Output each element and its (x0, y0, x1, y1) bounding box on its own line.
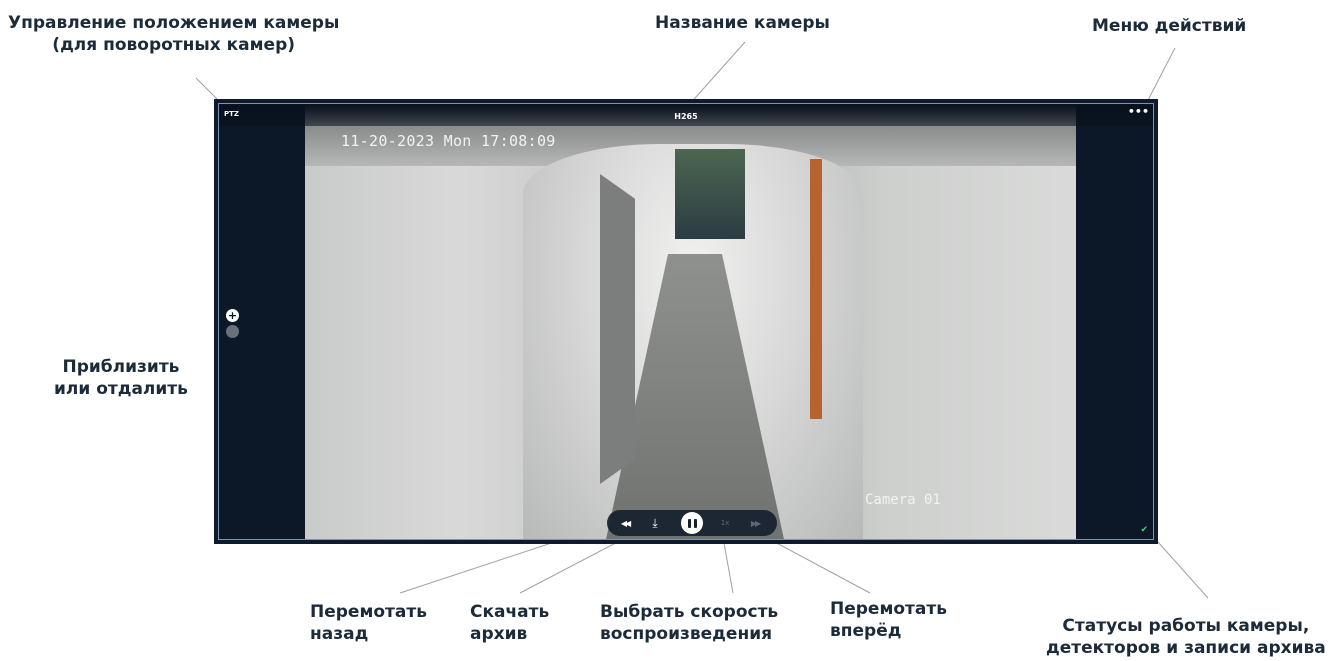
pause-icon (681, 512, 703, 534)
rewind-icon[interactable]: ◀◀ (615, 510, 635, 536)
camera-title: H265 (674, 112, 698, 121)
video-far-window (675, 149, 745, 239)
callout-download: Скачать архив (470, 601, 549, 645)
callout-ptz: Управление положением камеры (для поворо… (8, 12, 339, 56)
pause-bar-right (693, 518, 697, 528)
leader-camera-name (687, 41, 746, 107)
download-icon[interactable]: ⤓ (645, 510, 665, 536)
callout-camera-name: Название камеры (655, 12, 830, 34)
osd-camera-label: Camera 01 (865, 492, 941, 508)
callout-actions-menu: Меню действий (1092, 15, 1246, 37)
callout-speed: Выбрать скорость воспроизведения (600, 601, 778, 645)
pause-bar-left (687, 518, 691, 528)
speed-selector[interactable]: 1x (715, 510, 735, 536)
callout-zoom-line2: или отдалить (54, 379, 188, 399)
callout-zoom-line1: Приблизить (62, 357, 180, 377)
leader-actions-menu (1145, 47, 1176, 105)
callout-rewind-line1: Перемотать (310, 602, 427, 622)
callout-ptz-line2: (для поворотных камер) (52, 35, 296, 55)
zoom-out-icon[interactable]: − (226, 325, 239, 338)
callout-zoom: Приблизить или отдалить (54, 356, 188, 400)
playback-controls: ◀◀ ⤓ 1x ▶▶ (607, 510, 777, 536)
camera-tile-frame: 11-20-2023 Mon 17:08:09 Camera 01 PTZ H2… (218, 103, 1154, 540)
video-door (600, 174, 635, 484)
video-stream[interactable]: 11-20-2023 Mon 17:08:09 Camera 01 (305, 104, 1076, 539)
callout-download-line2: архив (470, 624, 528, 644)
letterbox-right (1071, 104, 1153, 539)
tile-header: PTZ H265 ••• (219, 104, 1153, 126)
callout-status-line1: Статусы работы камеры, (1062, 616, 1310, 636)
callout-forward: Перемотать вперёд (830, 598, 947, 642)
more-actions-icon[interactable]: ••• (1128, 106, 1149, 117)
leader-status (1149, 532, 1209, 599)
callout-camera-name-text: Название камеры (655, 13, 830, 33)
callout-download-line1: Скачать (470, 602, 550, 622)
callout-status: Статусы работы камеры, детекторов и запи… (1046, 615, 1326, 659)
callout-rewind-line2: назад (310, 624, 369, 644)
zoom-controls: + − (226, 309, 239, 341)
zoom-in-icon[interactable]: + (226, 309, 239, 322)
callout-ptz-line1: Управление положением камеры (8, 13, 340, 33)
osd-datetime: 11-20-2023 Mon 17:08:09 (341, 132, 556, 150)
callout-status-line2: детекторов и записи архива (1046, 638, 1326, 658)
callout-speed-line1: Выбрать скорость (600, 602, 779, 622)
fast-forward-icon[interactable]: ▶▶ (745, 510, 765, 536)
status-check-icon[interactable]: ✔ (1140, 525, 1148, 535)
callout-speed-line2: воспроизведения (600, 624, 773, 644)
callout-forward-line1: Перемотать (830, 599, 947, 619)
video-accent-wall (810, 159, 822, 419)
camera-tile[interactable]: 11-20-2023 Mon 17:08:09 Camera 01 PTZ H2… (214, 99, 1158, 544)
pause-button[interactable] (679, 510, 705, 536)
callout-actions-menu-text: Меню действий (1092, 16, 1247, 36)
callout-rewind: Перемотать назад (310, 601, 427, 645)
callout-forward-line2: вперёд (830, 621, 902, 641)
